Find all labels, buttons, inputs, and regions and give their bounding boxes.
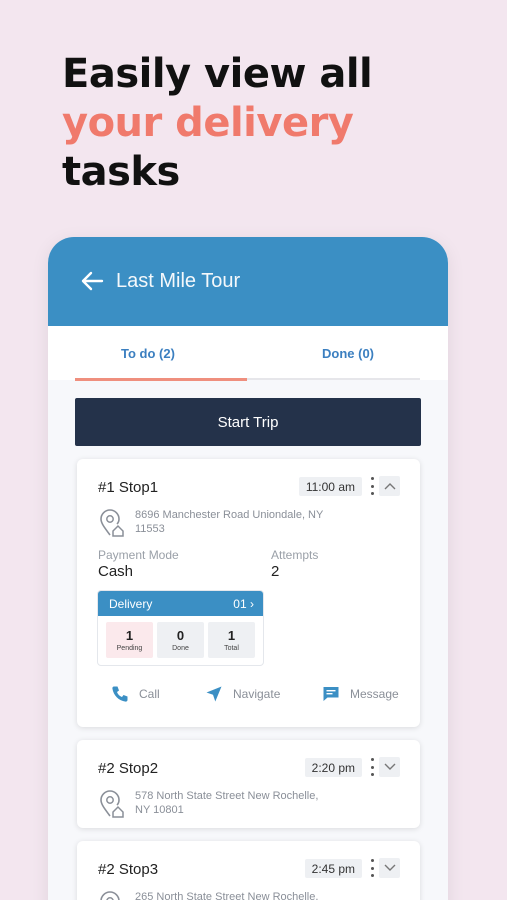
start-trip-button[interactable]: Start Trip <box>75 398 421 446</box>
attempts-label: Attempts <box>271 548 319 562</box>
stat-pending: 1 Pending <box>106 622 153 658</box>
stat-done: 0 Done <box>157 622 204 658</box>
call-button[interactable]: Call <box>111 685 160 703</box>
headline-line-3: tasks <box>62 149 180 195</box>
stat-total: 1 Total <box>208 622 255 658</box>
phone-screen: Last Mile Tour To do (2) Done (0) Start … <box>48 237 448 900</box>
chevron-down-icon[interactable] <box>379 757 400 777</box>
app-bar: Last Mile Tour <box>48 237 448 326</box>
chevron-down-icon[interactable] <box>379 858 400 878</box>
delivery-count: 01 › <box>233 596 254 611</box>
payment-mode-value: Cash <box>98 563 134 580</box>
stop-card[interactable]: #2 Stop3 2:45 pm 265 North State Street … <box>77 841 420 900</box>
delivery-header[interactable]: Delivery 01 › <box>98 591 263 616</box>
attempts-value: 2 <box>271 563 280 580</box>
stop-time: 11:00 am <box>298 477 362 496</box>
stop-time: 2:45 pm <box>304 859 362 878</box>
stop-actions: Call Navigate Message <box>77 685 420 705</box>
headline: Easily view all your delivery tasks <box>62 50 373 197</box>
headline-line-2: your delivery <box>62 100 354 146</box>
location-home-icon <box>98 789 126 819</box>
message-button[interactable]: Message <box>322 685 399 703</box>
phone-icon <box>112 686 128 702</box>
stop-time: 2:20 pm <box>304 758 362 777</box>
stop-address: 578 North State Street New Rochelle, NY … <box>135 790 319 816</box>
tab-to-do[interactable]: To do (2) <box>48 326 248 380</box>
navigation-arrow-icon <box>206 686 222 702</box>
stop-title: #1 Stop1 <box>98 479 159 496</box>
chevron-right-icon: › <box>250 596 254 611</box>
headline-line-1: Easily view all <box>62 51 373 97</box>
location-home-icon <box>98 890 126 900</box>
message-icon <box>323 687 339 701</box>
stop-card[interactable]: #2 Stop2 2:20 pm 578 North State Street … <box>77 740 420 828</box>
app-title: Last Mile Tour <box>116 270 241 292</box>
location-home-icon <box>98 508 126 538</box>
tab-active-indicator <box>75 378 247 381</box>
stop-title: #2 Stop3 <box>98 861 159 878</box>
delivery-label: Delivery <box>109 596 153 611</box>
navigate-button[interactable]: Navigate <box>205 685 280 703</box>
arrow-left-icon[interactable] <box>80 269 116 295</box>
stop-address: 8696 Manchester Road Uniondale, NY 11553 <box>135 509 324 535</box>
tab-bar: To do (2) Done (0) <box>48 326 448 381</box>
more-vertical-icon[interactable] <box>369 758 375 776</box>
more-vertical-icon[interactable] <box>369 477 375 495</box>
stop-card[interactable]: #1 Stop1 11:00 am 8696 Manchester Road U… <box>77 459 420 727</box>
stop-address: 265 North State Street New Rochelle, <box>135 891 319 900</box>
more-vertical-icon[interactable] <box>369 859 375 877</box>
delivery-stats: 1 Pending 0 Done 1 Total <box>98 616 263 658</box>
tab-done[interactable]: Done (0) <box>248 326 448 380</box>
stop-title: #2 Stop2 <box>98 760 159 777</box>
chevron-up-icon[interactable] <box>379 476 400 496</box>
delivery-summary[interactable]: Delivery 01 › 1 Pending 0 Done 1 Total <box>97 590 264 666</box>
payment-mode-label: Payment Mode <box>98 548 179 562</box>
